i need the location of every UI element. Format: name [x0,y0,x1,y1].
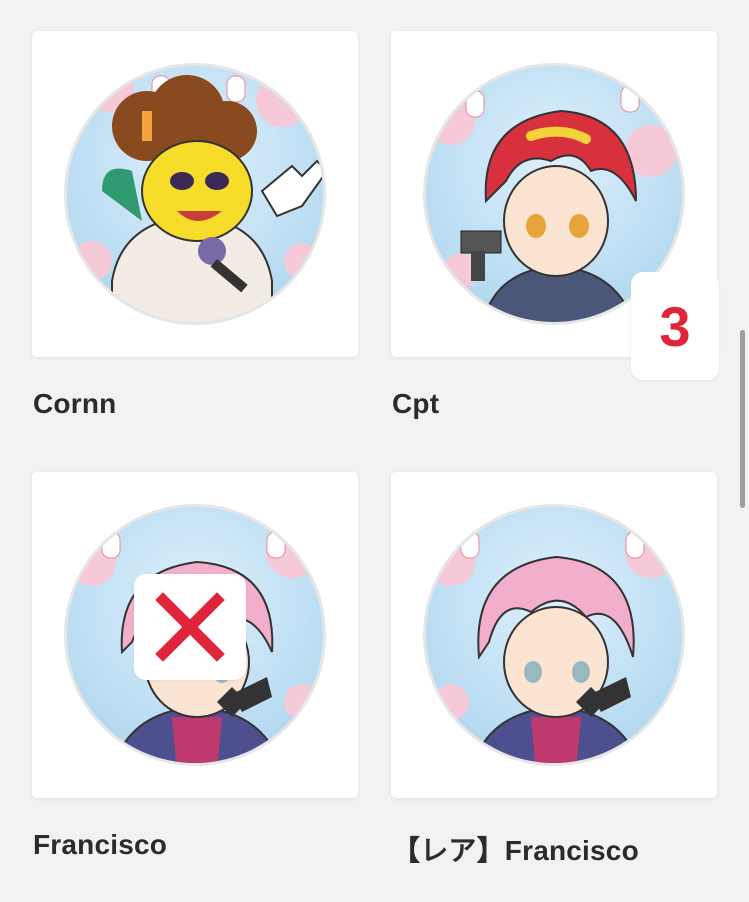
rare-francisco-badge-image [423,504,685,766]
item-name-label: Cpt [392,388,440,419]
item-name-label: 【レア】Francisco [392,835,639,866]
item-name-label: Francisco [33,829,168,860]
count-badge: 3 [631,272,719,380]
product-card-cornn[interactable] [32,31,358,357]
product-card-rare-francisco[interactable] [391,472,717,798]
cornn-badge-image [64,63,326,325]
cross-mark-icon [155,592,225,662]
item-name-label: Cornn [33,388,117,419]
scrollbar[interactable] [740,330,745,508]
unavailable-badge [134,574,246,680]
count-badge-text: 3 [659,294,691,358]
